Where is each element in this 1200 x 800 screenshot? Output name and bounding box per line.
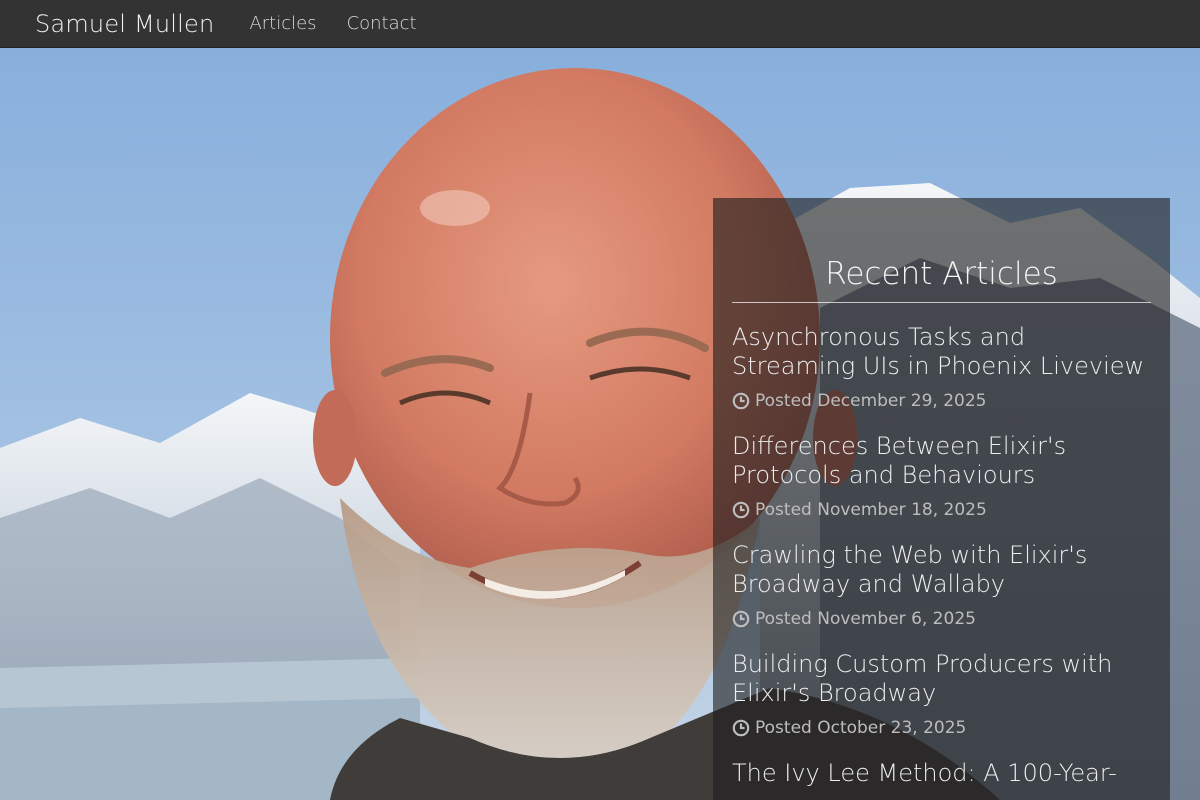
- clock-icon: [732, 719, 750, 737]
- article-date: Posted December 29, 2025: [732, 391, 1151, 411]
- list-item: Differences Between Elixir's Protocols a…: [732, 432, 1151, 520]
- clock-icon: [732, 610, 750, 628]
- article-date-text: Posted November 18, 2025: [755, 500, 987, 520]
- nav-link-contact[interactable]: Contact: [347, 13, 417, 34]
- article-date: Posted October 23, 2025: [732, 718, 1151, 738]
- list-item: Crawling the Web with Elixir's Broadway …: [732, 541, 1151, 629]
- top-navbar: Samuel Mullen Articles Contact: [0, 0, 1200, 48]
- article-link[interactable]: Differences Between Elixir's Protocols a…: [732, 432, 1151, 490]
- clock-icon: [732, 501, 750, 519]
- article-link[interactable]: Crawling the Web with Elixir's Broadway …: [732, 541, 1151, 599]
- article-date-text: Posted December 29, 2025: [755, 391, 987, 411]
- recent-articles-panel: Recent Articles Asynchronous Tasks and S…: [713, 198, 1170, 800]
- article-link[interactable]: Building Custom Producers with Elixir's …: [732, 650, 1151, 708]
- brand-link[interactable]: Samuel Mullen: [35, 10, 214, 38]
- list-item: Asynchronous Tasks and Streaming UIs in …: [732, 323, 1151, 411]
- article-link[interactable]: Asynchronous Tasks and Streaming UIs in …: [732, 323, 1151, 381]
- article-date-text: Posted November 6, 2025: [755, 609, 976, 629]
- article-link[interactable]: The Ivy Lee Method: A 100-Year-: [732, 759, 1151, 788]
- clock-icon: [732, 392, 750, 410]
- article-date-text: Posted October 23, 2025: [755, 718, 967, 738]
- article-list: Asynchronous Tasks and Streaming UIs in …: [732, 323, 1151, 788]
- article-date: Posted November 6, 2025: [732, 609, 1151, 629]
- list-item: The Ivy Lee Method: A 100-Year-: [732, 759, 1151, 788]
- article-date: Posted November 18, 2025: [732, 500, 1151, 520]
- recent-articles-heading: Recent Articles: [732, 256, 1151, 303]
- nav-link-articles[interactable]: Articles: [249, 13, 316, 34]
- list-item: Building Custom Producers with Elixir's …: [732, 650, 1151, 738]
